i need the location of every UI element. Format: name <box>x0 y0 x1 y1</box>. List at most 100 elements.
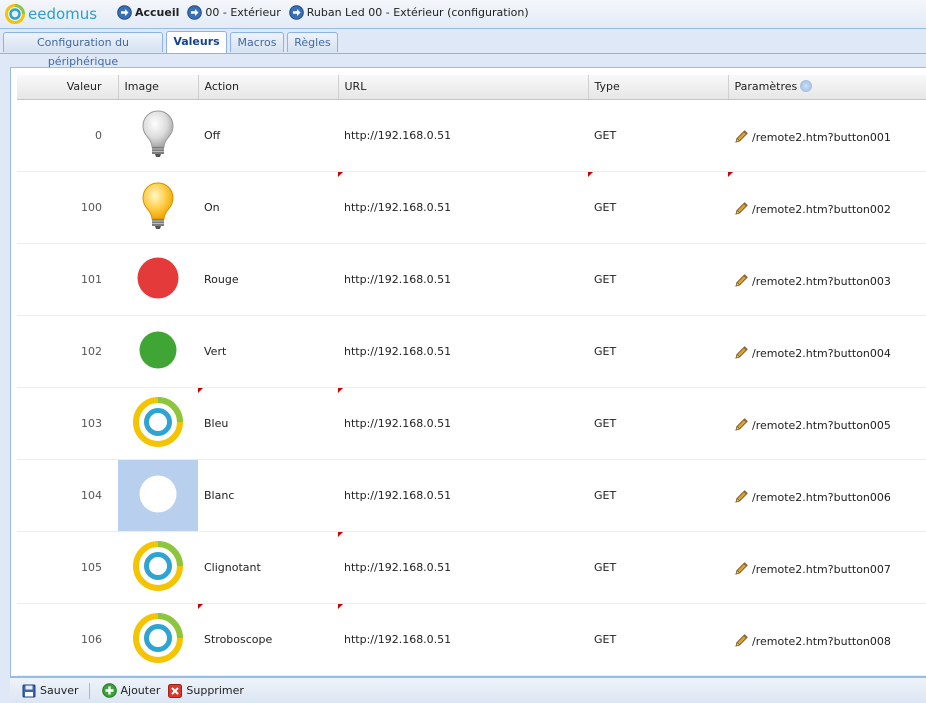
column-header-type[interactable]: Type <box>588 75 729 100</box>
cell-parametres[interactable]: /remote2.htm?button002 <box>728 171 926 244</box>
table-row[interactable]: 106 Stroboscope http://192.168.0.51 GET/rem… <box>17 603 926 676</box>
bottom-toolbar: Sauver Ajouter Supprimer <box>10 677 926 703</box>
cell-url[interactable]: http://192.168.0.51 <box>338 459 588 532</box>
column-header-url[interactable]: URL <box>338 75 589 100</box>
breadcrumb-device[interactable]: Ruban Led 00 - Extérieur (configuration) <box>288 5 529 20</box>
cell-image[interactable] <box>118 459 198 532</box>
cell-action[interactable]: Stroboscope <box>198 603 338 676</box>
column-header-image[interactable]: Image <box>118 75 199 100</box>
toolbar-divider <box>88 682 90 699</box>
arrow-circle-icon <box>187 5 203 20</box>
cell-parametres[interactable]: /remote2.htm?button004 <box>728 315 926 388</box>
plus-circle-icon <box>101 683 117 698</box>
cell-parametres[interactable]: /remote2.htm?button001 <box>728 99 926 172</box>
cell-valeur[interactable]: 103 <box>17 387 118 460</box>
grid-header: Valeur Image Action URL Type Paramètres <box>17 75 926 100</box>
help-icon[interactable] <box>800 80 813 93</box>
cell-action[interactable]: Off <box>198 99 338 172</box>
cell-url[interactable]: http://192.168.0.51 <box>338 531 588 604</box>
eedomus-logo[interactable]: eedomus <box>5 3 97 25</box>
cell-parametres[interactable]: /remote2.htm?button005 <box>728 387 926 460</box>
table-row[interactable]: 103 Bleu http://192.168.0.51 GET/remote2.ht… <box>17 387 926 460</box>
cell-type[interactable]: GET <box>588 171 728 244</box>
cell-url[interactable]: http://192.168.0.51 <box>338 99 588 172</box>
parametres-text: /remote2.htm?button002 <box>752 202 891 216</box>
bulb-on-icon <box>140 181 176 234</box>
cell-valeur[interactable]: 0 <box>17 99 118 172</box>
cell-valeur[interactable]: 106 <box>17 603 118 676</box>
cell-action[interactable]: On <box>198 171 338 244</box>
cell-parametres[interactable]: /remote2.htm?button003 <box>728 243 926 316</box>
column-header-action[interactable]: Action <box>198 75 339 100</box>
cell-type[interactable]: GET <box>588 531 728 604</box>
add-button[interactable]: Ajouter <box>101 683 160 698</box>
table-row[interactable]: 100 On http://192.168.0.51 GET/remote2.htm?… <box>17 171 926 244</box>
cell-image[interactable] <box>118 99 198 172</box>
cell-parametres[interactable]: /remote2.htm?button006 <box>728 459 926 532</box>
pencil-icon <box>735 346 748 359</box>
cell-type[interactable]: GET <box>588 459 728 532</box>
cell-parametres[interactable]: /remote2.htm?button008 <box>728 603 926 676</box>
save-button[interactable]: Sauver <box>22 684 79 698</box>
tab-configuration[interactable]: Configuration du périphérique <box>3 32 163 68</box>
cell-type[interactable]: GET <box>588 603 728 676</box>
parametres-text: /remote2.htm?button001 <box>752 130 891 144</box>
parametres-text: /remote2.htm?button004 <box>752 346 891 360</box>
cell-image[interactable] <box>118 603 198 676</box>
parametres-text: /remote2.htm?button006 <box>752 490 891 504</box>
cell-type[interactable]: GET <box>588 387 728 460</box>
table-row[interactable]: 104 Blanc http://192.168.0.51 GET/remote2.h… <box>17 459 926 532</box>
pencil-icon <box>735 130 748 143</box>
red-circle-icon <box>136 256 180 303</box>
cell-image[interactable] <box>118 243 198 316</box>
cell-action[interactable]: Bleu <box>198 387 338 460</box>
table-row[interactable]: 105 Clignotant http://192.168.0.51 GET/remo… <box>17 531 926 604</box>
cell-image[interactable] <box>118 315 198 388</box>
column-header-parametres-label: Paramètres <box>734 80 798 94</box>
arrow-circle-icon <box>117 5 132 20</box>
breadcrumb-room[interactable]: 00 - Extérieur <box>187 5 281 20</box>
column-header-valeur[interactable]: Valeur <box>17 75 119 100</box>
cell-type[interactable]: GET <box>588 99 728 172</box>
cell-url[interactable]: http://192.168.0.51 <box>338 315 588 388</box>
cell-image[interactable] <box>118 171 198 244</box>
cell-image[interactable] <box>118 531 198 604</box>
tab-valeurs[interactable]: Valeurs <box>166 31 227 53</box>
cell-url[interactable]: http://192.168.0.51 <box>338 387 588 460</box>
cell-valeur[interactable]: 102 <box>17 315 118 388</box>
table-row[interactable]: 101 Rouge http://192.168.0.51 GET/remote2.h… <box>17 243 926 316</box>
tab-regles[interactable]: Règles <box>287 32 338 52</box>
white-circle-icon <box>138 474 178 517</box>
cell-url[interactable]: http://192.168.0.51 <box>338 171 588 244</box>
pencil-icon <box>735 274 748 287</box>
save-button-label: Sauver <box>40 684 79 697</box>
parametres-value: /remote2.htm?button008 <box>734 634 921 648</box>
pencil-icon <box>735 490 748 503</box>
cell-image[interactable] <box>118 387 198 460</box>
table-row[interactable]: 0 Off http://192.168.0.51 GET/remote2.htm?b… <box>17 99 926 172</box>
cell-action[interactable]: Vert <box>198 315 338 388</box>
delete-button-label: Supprimer <box>186 684 244 697</box>
cell-valeur[interactable]: 105 <box>17 531 118 604</box>
cell-action[interactable]: Clignotant <box>198 531 338 604</box>
cell-type[interactable]: GET <box>588 315 728 388</box>
table-row[interactable]: 102 Vert http://192.168.0.51 GET/remote2.ht… <box>17 315 926 388</box>
delete-button[interactable]: Supprimer <box>168 683 244 698</box>
cell-action[interactable]: Rouge <box>198 243 338 316</box>
cell-parametres[interactable]: /remote2.htm?button007 <box>728 531 926 604</box>
cell-type[interactable]: GET <box>588 243 728 316</box>
parametres-value: /remote2.htm?button002 <box>734 202 921 216</box>
parametres-text: /remote2.htm?button007 <box>752 562 891 576</box>
cell-valeur[interactable]: 101 <box>17 243 118 316</box>
tab-macros[interactable]: Macros <box>230 32 284 52</box>
column-header-parametres[interactable]: Paramètres <box>728 75 926 100</box>
cell-url[interactable]: http://192.168.0.51 <box>338 603 588 676</box>
breadcrumb-device-label: Ruban Led 00 - Extérieur (configuration) <box>306 6 529 19</box>
parametres-text: /remote2.htm?button008 <box>752 634 891 648</box>
cell-action[interactable]: Blanc <box>198 459 338 532</box>
cell-url[interactable]: http://192.168.0.51 <box>338 243 588 316</box>
cell-valeur[interactable]: 100 <box>17 171 118 244</box>
eedomus-logo-icon <box>5 4 25 24</box>
breadcrumb-home[interactable]: Accueil <box>117 5 179 20</box>
cell-valeur[interactable]: 104 <box>17 459 118 532</box>
